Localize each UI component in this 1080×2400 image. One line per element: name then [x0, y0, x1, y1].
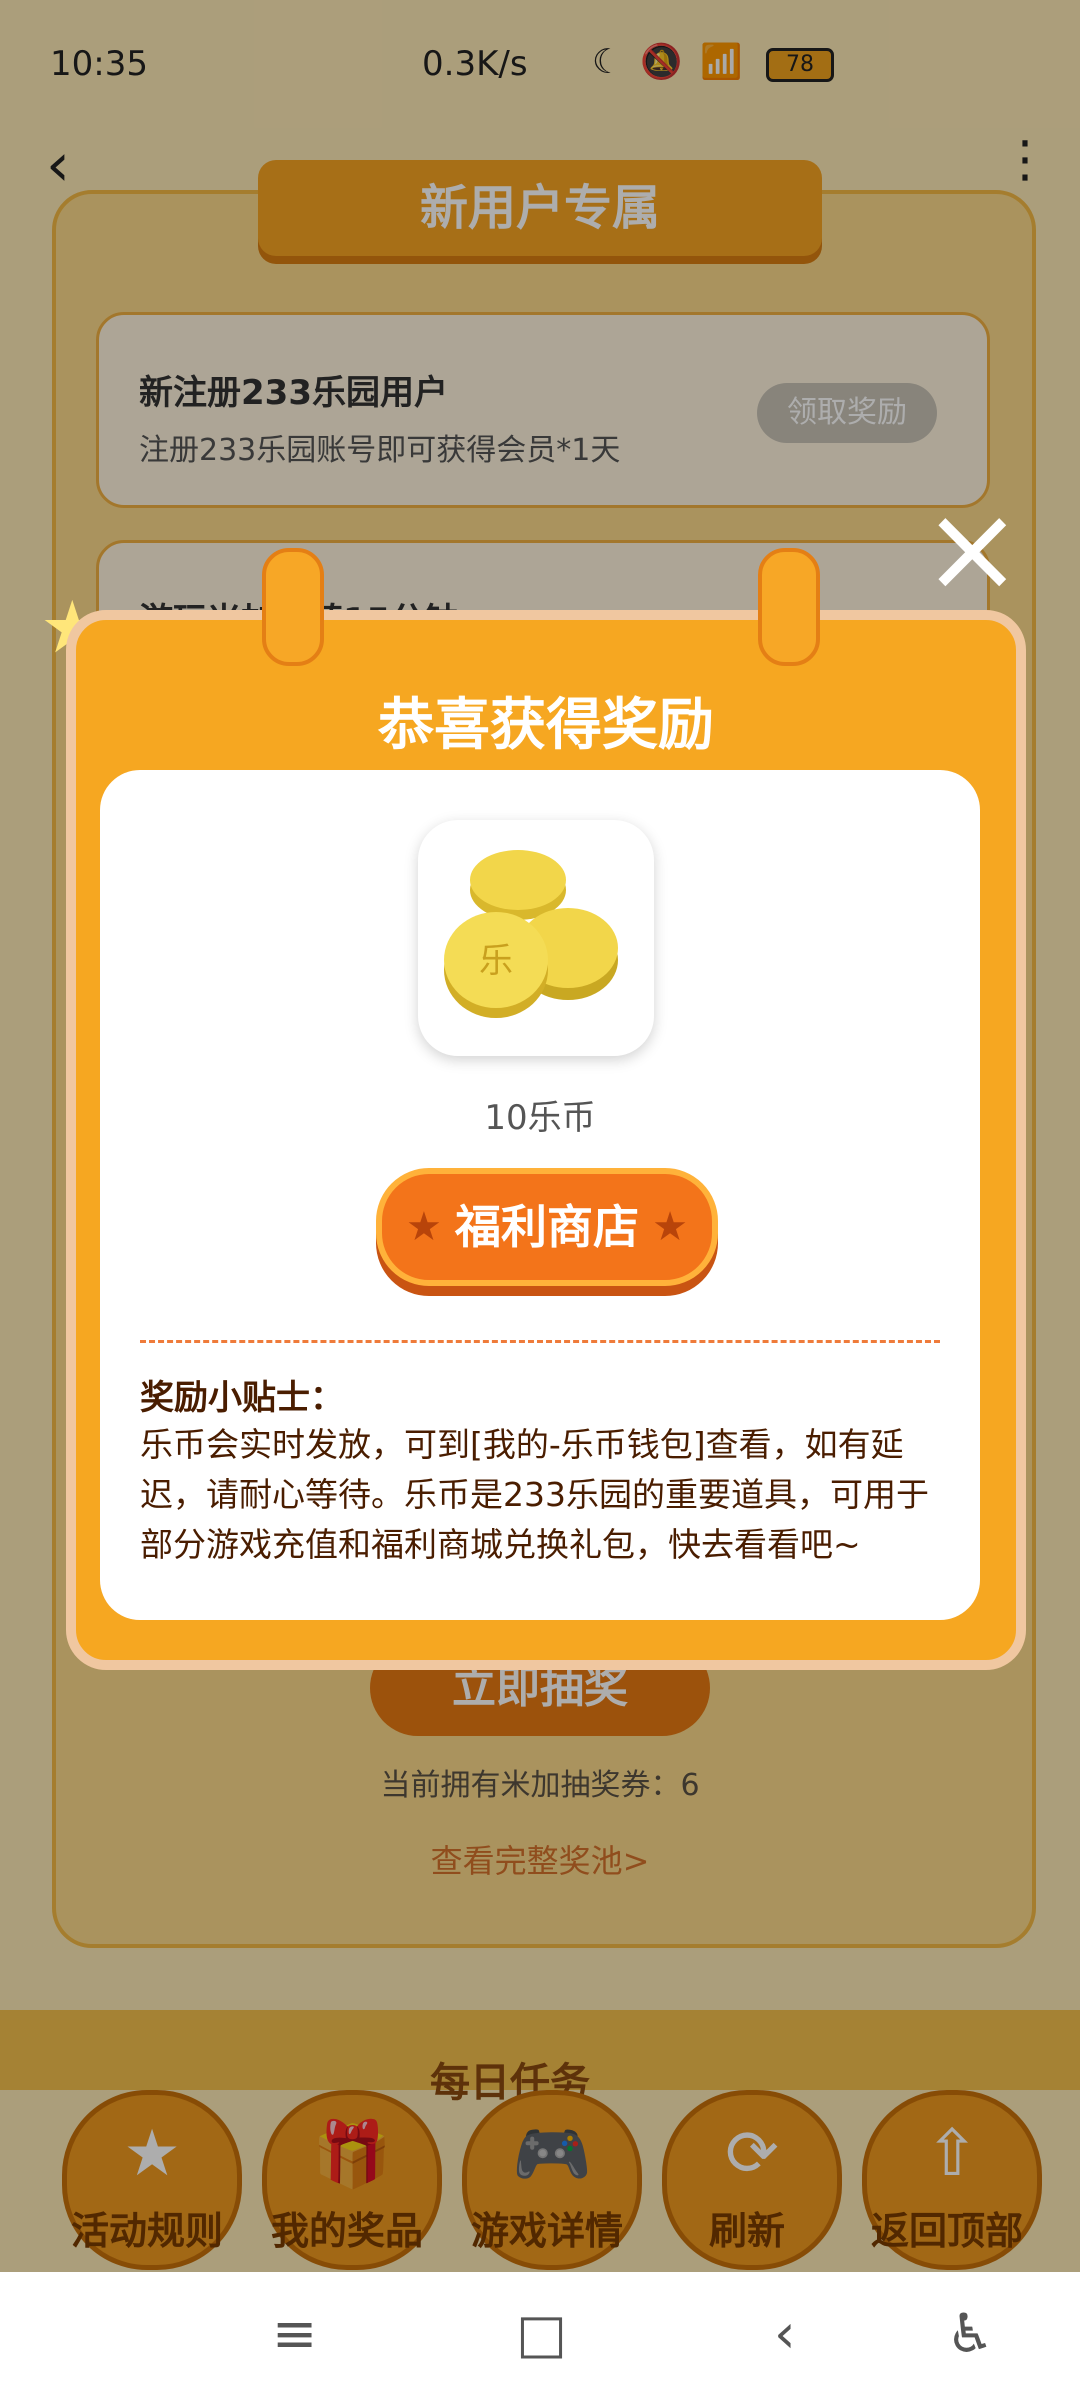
back-nav-icon[interactable]: ‹ — [774, 2302, 796, 2365]
home-icon[interactable]: □ — [516, 2302, 567, 2365]
welfare-shop-button[interactable]: ★ 福利商店 ★ — [376, 1168, 718, 1286]
tips-title: 奖励小贴士： — [140, 1378, 344, 1418]
modal-title: 恭喜获得奖励 — [378, 693, 714, 758]
star-icon: ★ — [652, 1204, 688, 1250]
tips-text: 乐币会实时发放，可到[我的-乐币钱包]查看，如有延迟，请耐心等待。乐币是233乐… — [140, 1425, 929, 1564]
system-nav-bar: ≡ □ ‹ ♿ — [0, 2272, 1080, 2400]
pin-decoration — [262, 548, 324, 666]
reward-modal: 恭喜获得奖励 乐 10乐币 ★ 福利商店 ★ 奖励小贴士： 乐币会实时发放，可到… — [66, 610, 1026, 1670]
svg-text:乐: 乐 — [479, 941, 513, 981]
menu-icon[interactable]: ≡ — [272, 2302, 317, 2365]
close-icon[interactable]: × — [922, 490, 1023, 610]
reward-card: 乐 10乐币 ★ 福利商店 ★ 奖励小贴士： 乐币会实时发放，可到[我的-乐币钱… — [100, 770, 980, 1620]
welfare-shop-label: 福利商店 — [455, 1200, 639, 1254]
divider — [140, 1340, 940, 1343]
pin-decoration — [758, 548, 820, 666]
coin-icon: 乐 — [418, 820, 654, 1056]
accessibility-icon[interactable]: ♿ — [946, 2302, 994, 2365]
reward-label: 10乐币 — [484, 1098, 596, 1138]
star-icon: ★ — [406, 1204, 442, 1250]
